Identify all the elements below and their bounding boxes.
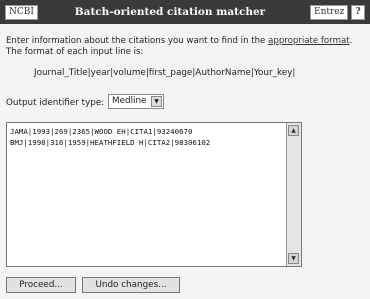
citation-lines: JAMA|1993|269|2365|WOOD EH|CITA1|9324067… xyxy=(10,126,285,148)
chevron-down-icon[interactable]: ▼ xyxy=(151,96,162,107)
citation-line-1: JAMA|1993|269|2365|WOOD EH|CITA1|9324067… xyxy=(10,127,193,136)
title-bar: NCBI Batch-oriented citation matcher Ent… xyxy=(0,0,370,24)
citation-input-textarea[interactable]: JAMA|1993|269|2365|WOOD EH|CITA1|9324067… xyxy=(6,122,302,267)
proceed-button[interactable]: Proceed... xyxy=(6,277,76,293)
arrow-up-icon[interactable]: ▲ xyxy=(288,125,299,136)
arrow-down-icon[interactable]: ▼ xyxy=(288,253,299,264)
citation-line-2: BMJ|1998|316|1959|HEATHFIELD H|CITA2|983… xyxy=(10,138,211,147)
intro-text-start: Enter information about the citations yo… xyxy=(6,36,269,46)
undo-changes-button[interactable]: Undo changes... xyxy=(82,277,180,293)
ncbi-logo-button[interactable]: NCBI xyxy=(5,5,38,20)
page-title: Batch-oriented citation matcher xyxy=(74,6,266,18)
output-identifier-select[interactable]: Medline ▼ xyxy=(108,94,164,109)
appropriate-format-link[interactable]: appropriate format xyxy=(268,36,349,46)
help-button[interactable]: ? xyxy=(351,5,365,20)
output-identifier-label: Output identifier type: xyxy=(6,98,105,108)
entrez-button[interactable]: Entrez xyxy=(310,5,349,20)
intro-text: Enter information about the citations yo… xyxy=(6,36,366,58)
input-format-line: Journal_Title|year|volume|first_page|Aut… xyxy=(34,68,296,78)
textarea-scrollbar[interactable]: ▲ ▼ xyxy=(286,123,301,266)
output-identifier-value: Medline xyxy=(112,96,147,106)
